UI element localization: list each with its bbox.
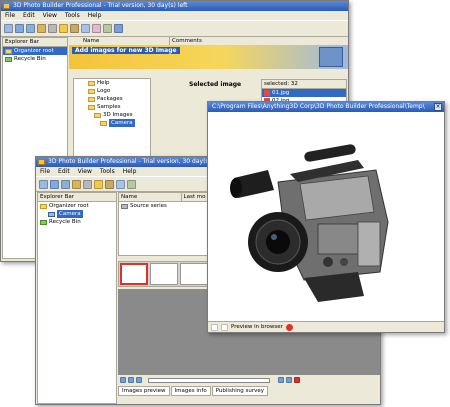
- timeline-slider[interactable]: [148, 377, 270, 383]
- new-icon[interactable]: [4, 24, 13, 33]
- image-icon[interactable]: [116, 179, 125, 189]
- mid-explorer-pane: Explorer Bar Organizer root Camera Recyc…: [37, 192, 117, 404]
- folder-icon[interactable]: [59, 24, 68, 33]
- tree-item-packages[interactable]: Packages: [74, 95, 150, 103]
- back-window-titlebar[interactable]: 3D Photo Builder Professional - Trial ve…: [1, 1, 348, 11]
- explorer-item-recycle-bin[interactable]: Recycle Bin: [38, 218, 116, 226]
- settings-icon[interactable]: [103, 24, 112, 33]
- image-file-icon: [264, 90, 270, 96]
- explorer-item-recycle-bin[interactable]: Recycle Bin: [3, 55, 67, 63]
- recycle-bin-icon: [5, 56, 12, 62]
- image-icon[interactable]: [81, 24, 90, 33]
- file-item-01[interactable]: 01.jpg: [262, 89, 346, 97]
- menu-tools[interactable]: Tools: [100, 167, 115, 176]
- camera-icon[interactable]: [83, 179, 92, 189]
- explorer-item-organizer-root[interactable]: Organizer root: [3, 47, 67, 55]
- tree-item-3d-images[interactable]: 3D Images: [74, 111, 150, 119]
- refresh-icon[interactable]: [26, 24, 35, 33]
- menu-file[interactable]: File: [5, 11, 15, 20]
- camera-folder-icon: [48, 211, 55, 217]
- menu-view[interactable]: View: [43, 11, 57, 20]
- tree-item-logo[interactable]: Logo: [74, 87, 150, 95]
- wizard-logo: [319, 47, 343, 67]
- forward-icon[interactable]: [136, 377, 142, 383]
- list-item-source-series[interactable]: Source series: [119, 202, 217, 210]
- tab-publishing-survey[interactable]: Publishing survey: [211, 386, 269, 396]
- series-icon: [121, 203, 128, 209]
- settings-icon[interactable]: [127, 179, 136, 189]
- back-menubar: File Edit View Tools Help: [1, 11, 348, 20]
- tab-images-info[interactable]: Images info: [170, 386, 211, 396]
- photo-icon[interactable]: [70, 24, 79, 33]
- app-icon: [38, 159, 45, 165]
- close-icon[interactable]: ×: [434, 103, 442, 111]
- delete-icon[interactable]: [294, 377, 300, 383]
- open-icon[interactable]: [15, 24, 24, 33]
- recycle-bin-icon: [40, 219, 47, 225]
- menu-tools[interactable]: Tools: [65, 11, 80, 20]
- front-status-bar: Preview in browser: [208, 321, 444, 332]
- explorer-bar-header: Explorer Bar: [38, 193, 116, 202]
- help-icon[interactable]: [114, 24, 123, 33]
- menu-help[interactable]: Help: [123, 167, 137, 176]
- rewind-icon[interactable]: [120, 377, 126, 383]
- mid-window-title: 3D Photo Builder Professional - Trial ve…: [48, 158, 223, 165]
- menu-edit[interactable]: Edit: [23, 11, 35, 20]
- back-toolbar: [1, 20, 348, 37]
- organizer-icon: [5, 48, 12, 54]
- thumbnail[interactable]: [150, 263, 178, 285]
- open-icon[interactable]: [50, 179, 59, 189]
- menu-help[interactable]: Help: [88, 11, 102, 20]
- refresh-icon[interactable]: [61, 179, 70, 189]
- preview-checkbox[interactable]: [221, 323, 228, 331]
- explorer-item-organizer-root[interactable]: Organizer root: [38, 202, 116, 210]
- menu-view[interactable]: View: [78, 167, 92, 176]
- preview-in-browser-label[interactable]: Preview in browser: [231, 324, 283, 330]
- tree-item-samples[interactable]: Samples: [74, 103, 150, 111]
- explorer-item-camera[interactable]: Camera: [38, 210, 116, 218]
- tree-item-help[interactable]: Help: [74, 79, 150, 87]
- page-icon: [211, 323, 218, 331]
- new-icon[interactable]: [39, 179, 48, 189]
- mid-list-header: Name Last mo: [119, 193, 217, 202]
- tab-images-preview[interactable]: Images preview: [118, 386, 170, 396]
- mid-list-pane: Name Last mo Source series: [118, 192, 218, 256]
- play-icon[interactable]: [128, 377, 134, 383]
- wizard-banner: Add images for new 3D Image: [69, 45, 348, 69]
- home-icon[interactable]: [72, 179, 81, 189]
- file-list-header: selected: 32: [262, 80, 346, 89]
- thumbnail-selected[interactable]: [120, 263, 148, 285]
- organizer-icon: [40, 203, 47, 209]
- explorer-bar-header: Explorer Bar: [3, 38, 67, 47]
- wizard-title: Add images for new 3D Image: [72, 47, 180, 54]
- photo-icon[interactable]: [105, 179, 114, 189]
- camcorder-image: [208, 112, 444, 318]
- menu-edit[interactable]: Edit: [58, 167, 70, 176]
- thumbnail[interactable]: [180, 263, 208, 285]
- playback-bar: [118, 375, 380, 385]
- front-window-title: C:\Program Files\Anything3D Corp\3D Phot…: [212, 103, 425, 110]
- zoom-icon[interactable]: [278, 377, 284, 383]
- rotate-icon[interactable]: [286, 377, 292, 383]
- thumbnail-strip: [118, 261, 210, 287]
- front-window: C:\Program Files\Anything3D Corp\3D Phot…: [207, 101, 445, 333]
- selected-image-label: Selected image: [189, 81, 242, 88]
- mid-tab-bar: Images preview Images info Publishing su…: [118, 386, 269, 396]
- wizard-icon[interactable]: [92, 24, 101, 33]
- col-name[interactable]: Name: [119, 193, 182, 202]
- app-icon: [3, 3, 10, 9]
- back-window-title: 3D Photo Builder Professional - Trial ve…: [13, 2, 188, 9]
- stop-icon[interactable]: [285, 323, 293, 331]
- folder-icon[interactable]: [94, 179, 103, 189]
- front-window-titlebar[interactable]: C:\Program Files\Anything3D Corp\3D Phot…: [208, 102, 444, 112]
- tree-item-camera[interactable]: Camera: [74, 119, 150, 127]
- camera-icon[interactable]: [48, 24, 57, 33]
- home-icon[interactable]: [37, 24, 46, 33]
- menu-file[interactable]: File: [40, 167, 50, 176]
- window-controls: ×: [434, 103, 442, 111]
